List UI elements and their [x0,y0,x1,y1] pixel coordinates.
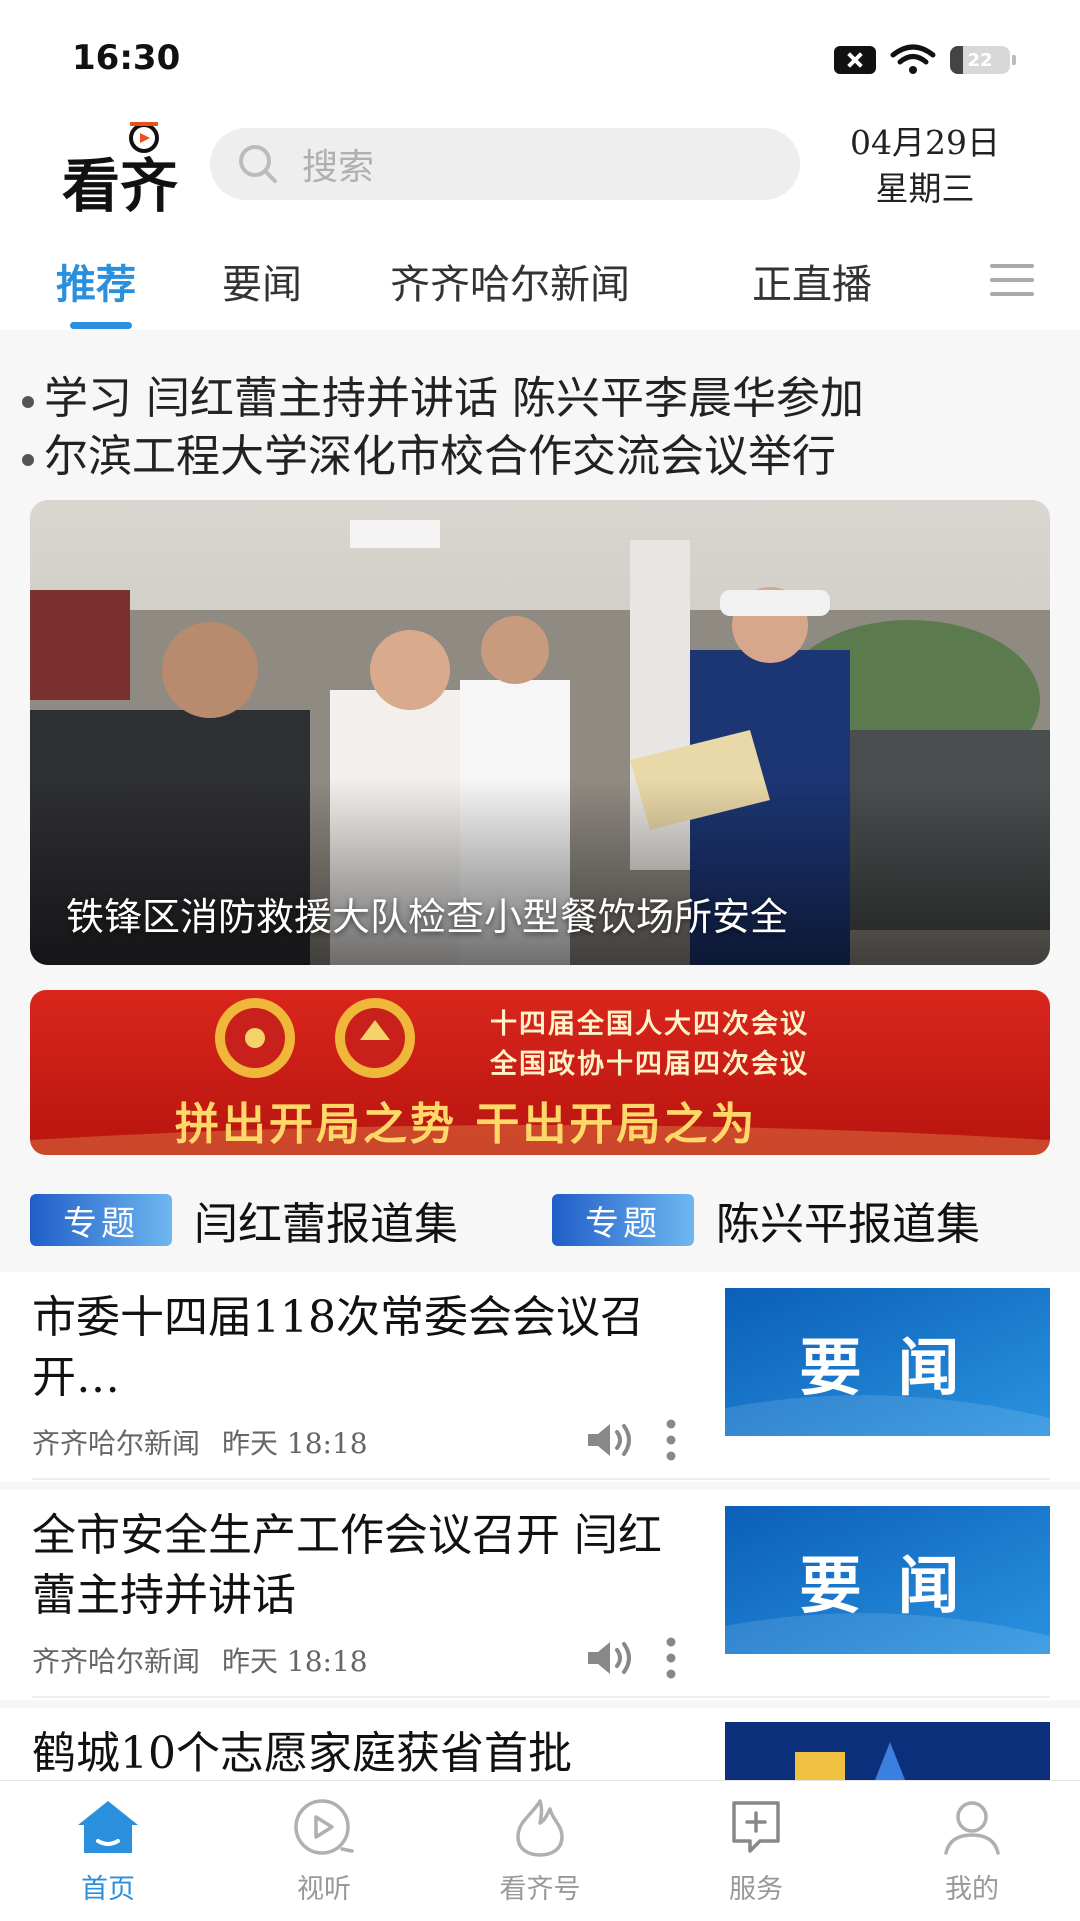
nav-service[interactable]: 服务 [681,1795,831,1906]
nav-profile[interactable]: 我的 [897,1795,1047,1906]
ticker-text: 学习 闫红蕾主持并讲话 陈兴平李晨华参加 [44,373,864,424]
search-icon [239,145,277,183]
news-title: 市委十四届118次常委会会议召开… [32,1292,644,1403]
date-text: 04月29日 [850,123,1000,162]
news-title: 鹤城10个志愿家庭获省首批 [32,1728,572,1779]
app-header: 看齐 搜索 04月29日 星期三 [0,110,1080,230]
bullet-icon [22,395,34,408]
news-thumbnail: 要闻 [725,1288,1050,1436]
banner-line-1: 十四届全国人大四次会议 [490,1009,809,1040]
nav-video[interactable]: 视听 [249,1795,399,1906]
service-icon [732,1801,780,1853]
tab-live[interactable]: 正直播 [752,252,872,310]
nav-label: 视听 [297,1874,351,1905]
topic-badge: 专题 [30,1194,172,1246]
news-list-item[interactable]: 鹤城10个志愿家庭获省首批 [0,1708,1080,1780]
profile-icon [944,1801,1000,1855]
topic-title: 闫红蕾报道集 [194,1199,458,1250]
weekday-text: 星期三 [875,169,975,208]
tab-qiqihar-news[interactable]: 齐齐哈尔新闻 [390,252,630,310]
news-time: 昨天 18:18 [222,1645,368,1678]
channel-tabs: 推荐 要闻 齐齐哈尔新闻 正直播 [0,240,1080,330]
topic-title: 陈兴平报道集 [716,1199,980,1250]
tab-headlines[interactable]: 要闻 [222,252,302,310]
news-title: 全市安全生产工作会议召开 闫红蕾主持并讲话 [32,1510,662,1621]
flame-icon [516,1799,564,1857]
no-sim-icon [834,46,876,74]
bullet-icon [22,453,34,466]
nav-label: 我的 [945,1874,999,1905]
news-time: 昨天 18:18 [222,1427,368,1460]
nav-label: 看齐号 [499,1874,581,1905]
topic-card[interactable]: 专题 闫红蕾报道集 [30,1180,458,1260]
active-tab-indicator [70,322,132,329]
status-bar: 16:30 22 [0,0,1080,110]
battery-icon: 22 [950,46,1016,74]
more-icon[interactable] [664,1418,678,1462]
nav-home[interactable]: 首页 [33,1795,183,1906]
status-icons: 22 [834,44,1016,76]
hero-news-card[interactable]: 铁锋区消防救援大队检查小型餐饮场所安全 [30,500,1050,965]
news-list-item[interactable]: 全市安全生产工作会议召开 闫红蕾主持并讲话 齐齐哈尔新闻 昨天 18:18 要闻 [0,1490,1080,1700]
news-thumbnail: 要闻 [725,1506,1050,1654]
news-thumbnail [725,1722,1050,1780]
news-source: 齐齐哈尔新闻 [32,1645,201,1678]
topic-card[interactable]: 专题 陈兴平报道集 [552,1180,980,1260]
search-placeholder: 搜索 [302,147,375,188]
ticker-item[interactable]: 学习 闫红蕾主持并讲话 陈兴平李晨华参加 [22,362,1062,426]
nav-label: 首页 [81,1874,135,1905]
status-time: 16:30 [72,38,181,78]
tab-recommend[interactable]: 推荐 [56,252,136,310]
more-icon[interactable] [664,1636,678,1680]
hero-caption: 铁锋区消防救援大队检查小型餐饮场所安全 [66,895,789,939]
menu-icon[interactable] [990,260,1034,300]
home-icon [78,1801,138,1853]
banner-slogan: 拼出开局之势 干出开局之为 [175,1099,758,1150]
nav-label: 服务 [729,1874,783,1905]
bottom-navigation: 首页 视听 看齐号 服务 我的 [0,1780,1080,1921]
speaker-icon[interactable] [586,1420,636,1460]
date-display: 04月29日 星期三 [820,120,1030,212]
speaker-icon[interactable] [586,1638,636,1678]
wifi-icon [890,44,936,74]
thumbnail-text: 要闻 [799,1549,996,1622]
kanqi-logo[interactable]: 看齐 [60,118,178,218]
news-source: 齐齐哈尔新闻 [32,1427,201,1460]
logo-lettering: 看齐 [62,152,178,218]
news-meta: 齐齐哈尔新闻 昨天 18:18 [32,1422,368,1462]
battery-level: 22 [967,49,993,71]
news-list-item[interactable]: 市委十四届118次常委会会议召开… 齐齐哈尔新闻 昨天 18:18 要闻 [0,1272,1080,1482]
divider [32,1478,1050,1480]
video-icon [294,1799,354,1855]
ticker-text: 尔滨工程大学深化市校合作交流会议举行 [44,431,836,482]
banner-line-2: 全国政协十四届四次会议 [490,1049,809,1080]
divider [32,1696,1050,1698]
topic-row: 专题 闫红蕾报道集 专题 陈兴平报道集 [30,1180,1050,1260]
search-input[interactable]: 搜索 [210,128,800,200]
nav-kanqi-account[interactable]: 看齐号 [465,1795,615,1906]
topic-badge: 专题 [552,1194,694,1246]
two-sessions-banner[interactable]: 十四届全国人大四次会议 全国政协十四届四次会议 拼出开局之势 干出开局之为 [30,990,1050,1155]
ticker-item[interactable]: 尔滨工程大学深化市校合作交流会议举行 [22,420,1062,484]
thumbnail-text: 要闻 [799,1331,996,1404]
news-meta: 齐齐哈尔新闻 昨天 18:18 [32,1640,368,1680]
battery-fill [950,46,964,74]
